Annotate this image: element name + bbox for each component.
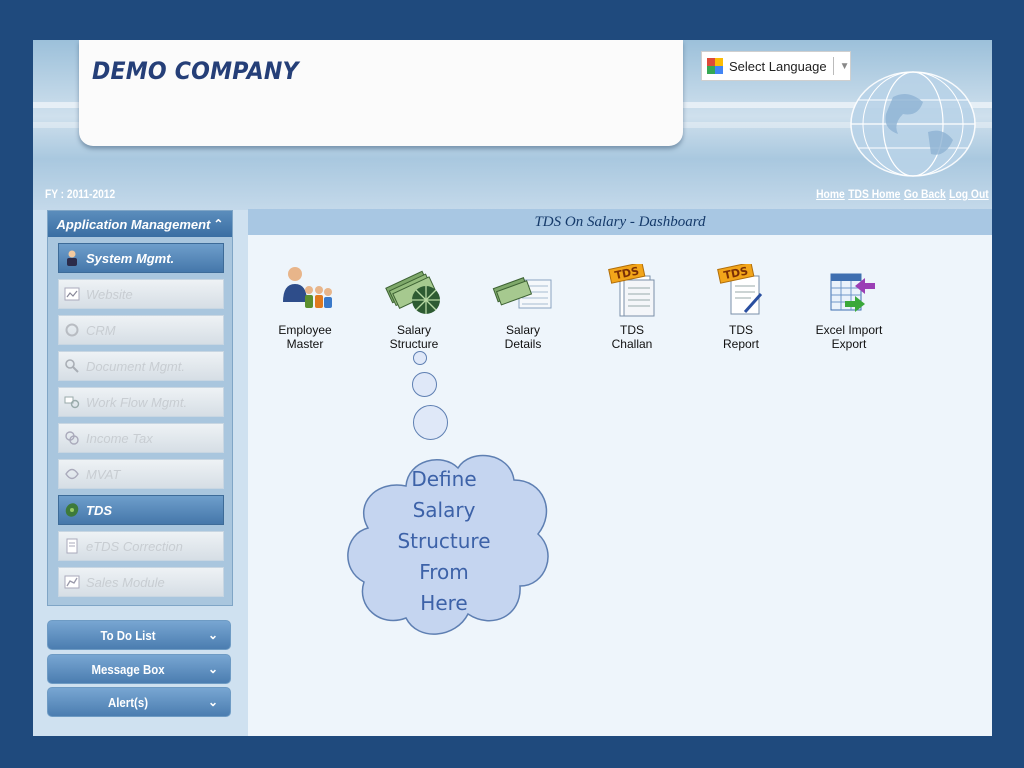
callout-text: Define Salary Structure From Here (358, 464, 530, 619)
tile-label: Report (722, 337, 760, 351)
sidebar-heading-label: Application Management (56, 216, 211, 232)
tile-label: Excel Import (815, 323, 883, 337)
tds-icon (64, 502, 80, 518)
tile-label: Export (831, 337, 867, 351)
sidebar-item-label: Work Flow Mgmt. (86, 394, 188, 410)
sidebar-item-label: Website (86, 286, 133, 302)
logo-panel: DEMO COMPANY (79, 40, 683, 146)
tile-salary-structure[interactable]: Salary Structure (366, 264, 462, 351)
tile-label: Master (286, 337, 324, 351)
tile-label: Challan (611, 337, 653, 351)
sidebar-item-label: Income Tax (86, 430, 153, 446)
tile-employee-master[interactable]: Employee Master (257, 264, 353, 351)
tds-home-link[interactable]: TDS Home (849, 187, 901, 201)
employee-master-icon (283, 267, 332, 308)
thought-bubble-dot (413, 405, 448, 440)
log-out-link[interactable]: Log Out (949, 187, 989, 201)
sidebar-item-mvat[interactable]: MVAT (58, 459, 224, 489)
thought-bubble-dot (413, 351, 427, 365)
mvat-icon (64, 466, 80, 482)
sidebar-item-website[interactable]: Website (58, 279, 224, 309)
sidebar-heading[interactable]: Application Management ⌃ (48, 211, 232, 237)
excel-import-export-icon (830, 273, 875, 312)
company-name: DEMO COMPANY (92, 57, 299, 85)
sidebar-item-label: CRM (86, 322, 116, 338)
tile-label: Employee (278, 323, 332, 337)
document-search-icon (64, 358, 80, 374)
chevron-down-icon: ⌄ (208, 628, 219, 642)
tile-label: Structure (389, 337, 439, 351)
thought-bubble-dot (412, 372, 437, 397)
tile-label: Salary (396, 323, 431, 337)
top-nav-links: Home TDS Home Go Back Log Out (816, 187, 989, 201)
sidebar: Application Management ⌃ System Mgmt. We… (47, 210, 233, 606)
fiscal-year: FY : 2011-2012 (45, 187, 116, 201)
sidebar-item-label: eTDS Correction (86, 538, 183, 554)
person-icon (64, 250, 80, 266)
callout-line: Structure (397, 529, 491, 553)
sidebar-item-crm[interactable]: CRM (58, 315, 224, 345)
alerts-panel[interactable]: Alert(s) ⌄ (47, 687, 231, 717)
callout-line: Salary (412, 498, 476, 522)
panel-label: To Do List (100, 627, 156, 643)
go-back-link[interactable]: Go Back (904, 187, 946, 201)
sidebar-item-label: TDS (86, 502, 112, 518)
income-tax-icon (64, 430, 80, 446)
chevron-down-icon: ⌄ (208, 695, 219, 709)
callout-line: Define (411, 467, 477, 491)
sidebar-item-tds[interactable]: TDS (58, 495, 224, 525)
sidebar-item-label: Sales Module (86, 574, 165, 590)
tile-label: Salary (505, 323, 540, 337)
message-box-panel[interactable]: Message Box ⌄ (47, 654, 231, 684)
tile-label: Details (504, 337, 542, 351)
website-icon (64, 286, 80, 302)
sidebar-item-label: System Mgmt. (86, 250, 175, 266)
panel-label: Alert(s) (107, 694, 149, 710)
page-title: TDS On Salary - Dashboard (248, 209, 992, 235)
language-select-label: Select Language (729, 58, 827, 74)
google-translate-icon (707, 58, 723, 74)
callout-line: From (419, 560, 469, 584)
chevron-up-icon: ⌃ (213, 217, 224, 231)
tile-tds-report[interactable]: TDS TDS Report (693, 261, 789, 351)
salary-details-icon (492, 277, 552, 309)
chevron-down-icon: ⌄ (208, 662, 219, 676)
sidebar-item-label: MVAT (86, 466, 121, 482)
sidebar-item-etds-correction[interactable]: eTDS Correction (58, 531, 224, 561)
workflow-icon (64, 394, 80, 410)
crm-icon (64, 322, 80, 338)
tile-label: TDS (729, 323, 753, 337)
tds-challan-icon: TDS (608, 261, 655, 317)
tile-label: TDS (620, 323, 644, 337)
dropdown-arrow-icon[interactable]: ▼ (840, 61, 850, 72)
home-link[interactable]: Home (816, 187, 845, 201)
sidebar-item-income-tax[interactable]: Income Tax (58, 423, 224, 453)
tile-salary-details[interactable]: Salary Details (475, 264, 571, 351)
sales-icon (64, 574, 80, 590)
sidebar-item-label: Document Mgmt. (86, 358, 185, 374)
callout-line: Here (420, 591, 468, 615)
tile-excel-import-export[interactable]: Excel Import Export (801, 264, 897, 351)
etds-icon (64, 538, 80, 554)
sidebar-item-work-flow-mgmt[interactable]: Work Flow Mgmt. (58, 387, 224, 417)
panel-label: Message Box (91, 661, 165, 677)
sidebar-item-system-mgmt[interactable]: System Mgmt. (58, 243, 224, 273)
header: DEMO COMPANY Select Language ▼ FY : 2011… (33, 40, 992, 210)
sidebar-item-sales-module[interactable]: Sales Module (58, 567, 224, 597)
language-select[interactable]: Select Language ▼ (701, 51, 851, 81)
tile-tds-challan[interactable]: TDS TDS Challan (584, 261, 680, 351)
salary-structure-icon (385, 270, 440, 314)
tds-report-icon: TDS (717, 261, 763, 315)
divider (832, 57, 834, 75)
to-do-list-panel[interactable]: To Do List ⌄ (47, 620, 231, 650)
sidebar-item-document-mgmt[interactable]: Document Mgmt. (58, 351, 224, 381)
